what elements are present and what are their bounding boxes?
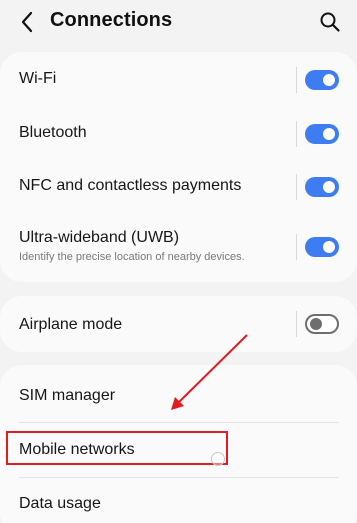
network-settings-card: SIM manager Mobile networks Data usage xyxy=(0,365,357,523)
toggle-knob xyxy=(323,74,335,86)
toggle-knob xyxy=(323,241,335,253)
divider xyxy=(296,311,297,337)
setting-row-nfc[interactable]: NFC and contactless payments xyxy=(0,160,357,214)
setting-label: NFC and contactless payments xyxy=(19,177,242,194)
top-app-bar: Connections xyxy=(0,0,357,44)
setting-row-mobile-networks[interactable]: Mobile networks xyxy=(0,423,357,477)
airplane-card: Airplane mode xyxy=(0,296,357,352)
setting-label: SIM manager xyxy=(19,387,116,404)
setting-row-sim-manager[interactable]: SIM manager xyxy=(0,365,357,420)
divider xyxy=(296,67,297,93)
chevron-left-icon xyxy=(21,11,33,33)
setting-row-airplane[interactable]: Airplane mode xyxy=(0,296,357,352)
divider xyxy=(296,174,297,200)
setting-subtitle: Identify the precise location of nearby … xyxy=(19,251,245,263)
touch-indicator xyxy=(211,452,225,466)
setting-label: Bluetooth xyxy=(19,124,87,141)
search-button[interactable] xyxy=(318,10,342,34)
setting-label: Wi-Fi xyxy=(19,70,57,87)
setting-label: Mobile networks xyxy=(19,441,135,458)
divider xyxy=(296,121,297,147)
toggle-knob xyxy=(323,128,335,140)
back-button[interactable] xyxy=(14,8,40,36)
nfc-toggle[interactable] xyxy=(305,177,339,197)
search-icon xyxy=(320,12,340,32)
setting-row-wifi[interactable]: Wi-Fi xyxy=(0,52,357,108)
toggle-knob xyxy=(310,318,322,330)
setting-label: Airplane mode xyxy=(19,316,123,333)
setting-row-data-usage[interactable]: Data usage xyxy=(0,478,357,523)
setting-row-uwb[interactable]: Ultra-wideband (UWB) Identify the precis… xyxy=(0,214,357,282)
airplane-toggle[interactable] xyxy=(305,314,339,334)
divider xyxy=(296,234,297,260)
setting-label: Data usage xyxy=(19,495,101,512)
setting-row-bluetooth[interactable]: Bluetooth xyxy=(0,106,357,160)
page-title: Connections xyxy=(50,9,173,31)
uwb-toggle[interactable] xyxy=(305,237,339,257)
toggle-knob xyxy=(323,181,335,193)
wifi-toggle[interactable] xyxy=(305,70,339,90)
bluetooth-toggle[interactable] xyxy=(305,124,339,144)
wireless-settings-card: Wi-Fi Bluetooth NFC and contactless paym… xyxy=(0,52,357,282)
setting-label: Ultra-wideband (UWB) xyxy=(19,229,180,246)
